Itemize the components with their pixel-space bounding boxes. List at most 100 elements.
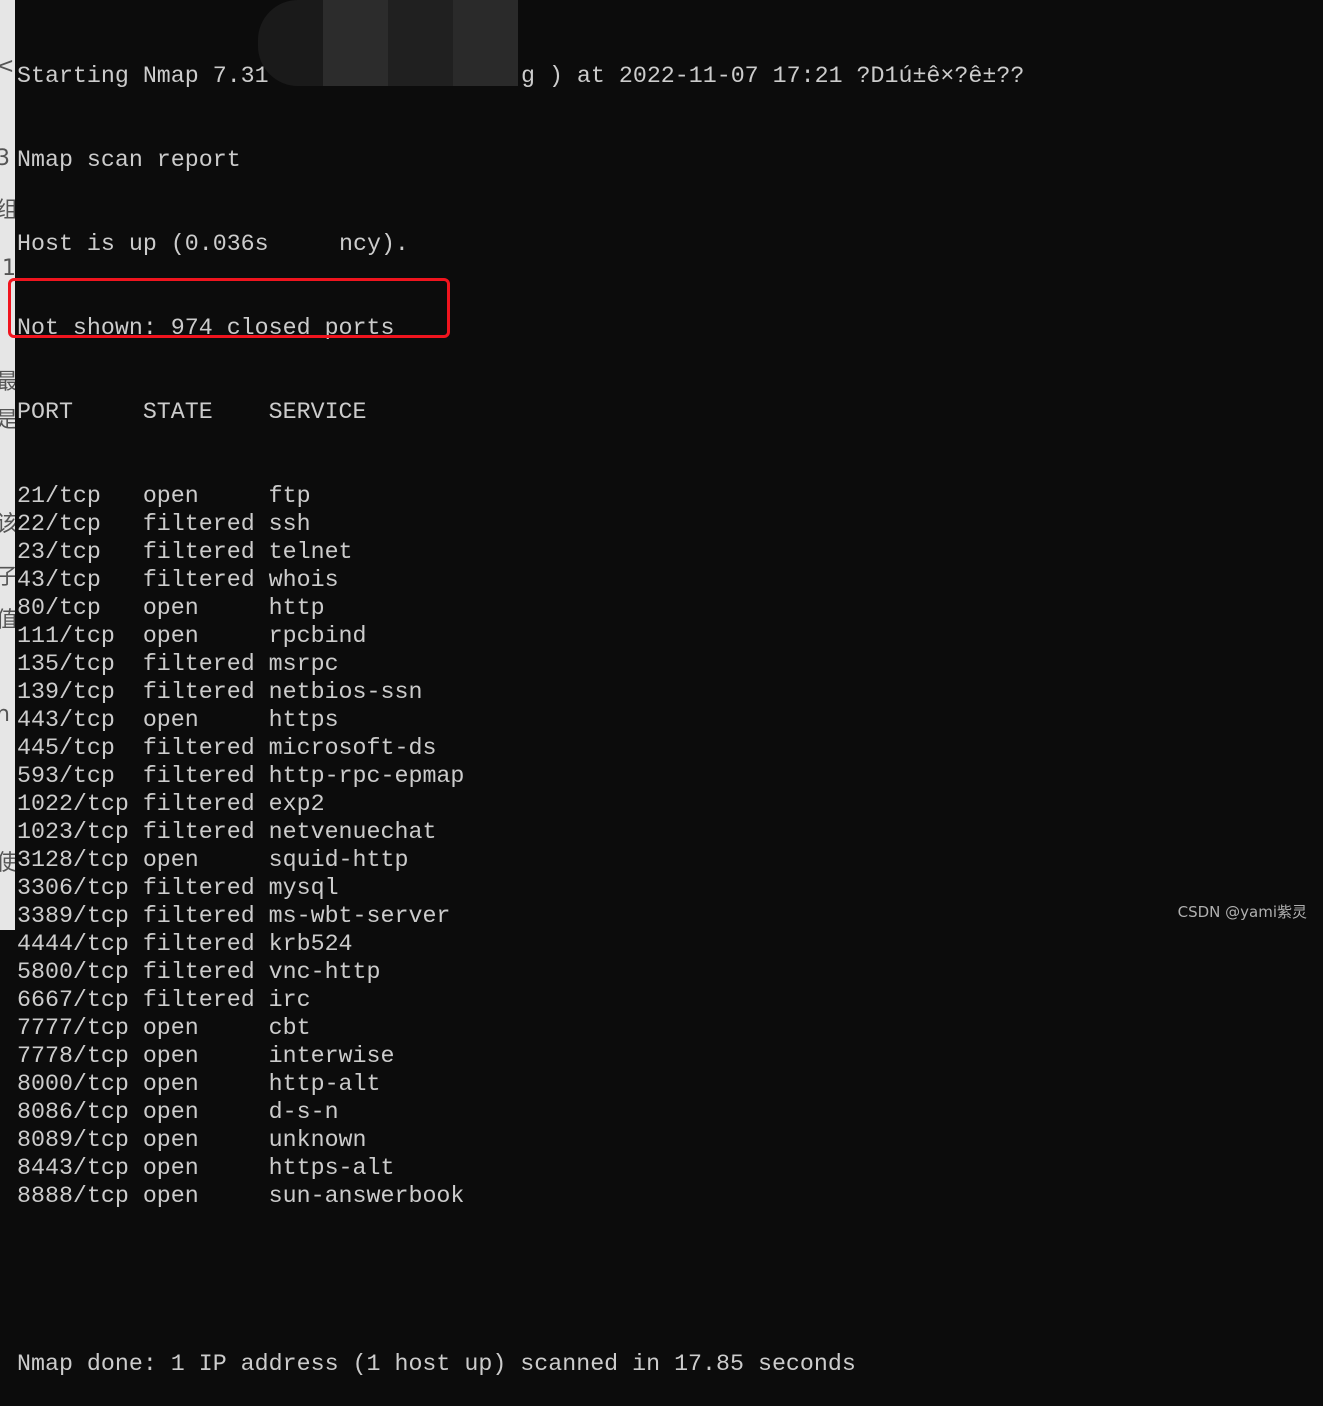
host-up-line: Host is up (0.036s ncy). — [17, 230, 856, 258]
state-cell: filtered — [142, 875, 269, 901]
state-cell: filtered — [142, 959, 269, 985]
service-cell: squid-http — [268, 847, 409, 873]
port-row: 43/tcp filtered whois — [17, 566, 856, 594]
port-row: 6667/tcp filtered irc — [17, 986, 856, 1014]
state-cell: filtered — [142, 987, 269, 1013]
port-cell: 445/tcp — [17, 735, 143, 761]
service-cell: http-alt — [268, 1071, 381, 1097]
port-row: 3306/tcp filtered mysql — [17, 874, 856, 902]
service-cell: ssh — [268, 511, 311, 537]
port-row: 7778/tcp open interwise — [17, 1042, 856, 1070]
strip-char: 值 — [0, 608, 15, 633]
service-cell: microsoft-ds — [268, 735, 437, 761]
port-row: 3128/tcp open squid-http — [17, 846, 856, 874]
port-row: 8888/tcp open sun-answerbook — [17, 1182, 856, 1210]
port-row: 111/tcp open rpcbind — [17, 622, 856, 650]
service-cell: http-rpc-epmap — [268, 763, 465, 789]
column-service: SERVICE — [268, 399, 367, 425]
state-cell: open — [142, 707, 269, 733]
state-cell: open — [142, 595, 269, 621]
state-cell: open — [142, 1183, 269, 1209]
state-cell: open — [142, 1127, 269, 1153]
service-cell: krb524 — [268, 931, 353, 957]
nmap-done-line: Nmap done: 1 IP address (1 host up) scan… — [17, 1351, 856, 1377]
latency-text: ncy). — [339, 231, 409, 257]
state-cell: open — [142, 1043, 269, 1069]
service-cell: netvenuechat — [268, 819, 437, 845]
port-cell: 4444/tcp — [17, 931, 143, 957]
port-row: 135/tcp filtered msrpc — [17, 650, 856, 678]
state-cell: filtered — [142, 567, 269, 593]
port-row: 8086/tcp open d-s-n — [17, 1098, 856, 1126]
service-cell: http — [268, 595, 325, 621]
strip-char: 是 — [0, 408, 15, 433]
strip-char: 3 — [0, 146, 10, 171]
terminal-output: Starting Nmap 7.31 g ) at 2022-11-07 17:2… — [17, 6, 1024, 1406]
strip-char: 组 — [0, 198, 15, 223]
state-cell: filtered — [142, 511, 269, 537]
state-cell: open — [142, 1015, 269, 1041]
service-cell: https-alt — [268, 1155, 395, 1181]
start-time-text: g ) at 2022-11-07 17:21 ?D1ú±ê×?ê±?? — [521, 63, 1025, 89]
service-cell: sun-answerbook — [268, 1183, 465, 1209]
port-cell: 3389/tcp — [17, 903, 143, 929]
host-up-text: Host is up (0.036s — [17, 231, 269, 257]
port-cell: 23/tcp — [17, 539, 143, 565]
strip-char: 子 — [0, 565, 15, 590]
state-cell: open — [142, 847, 269, 873]
state-cell: filtered — [142, 735, 269, 761]
port-row: 443/tcp open https — [17, 706, 856, 734]
port-cell: 3128/tcp — [17, 847, 143, 873]
port-cell: 22/tcp — [17, 511, 143, 537]
service-cell: rpcbind — [268, 623, 367, 649]
port-row: 7777/tcp open cbt — [17, 1014, 856, 1042]
service-cell: irc — [268, 987, 311, 1013]
port-cell: 8086/tcp — [17, 1099, 143, 1125]
strip-char: n — [0, 702, 10, 727]
port-cell: 8089/tcp — [17, 1127, 143, 1153]
background-window-strip: < 3 组 1 最 是 该 子 值 n 使 — [0, 0, 15, 930]
port-cell: 8888/tcp — [17, 1183, 143, 1209]
port-row: 4444/tcp filtered krb524 — [17, 930, 856, 958]
port-cell: 593/tcp — [17, 763, 143, 789]
port-cell: 111/tcp — [17, 623, 143, 649]
port-cell: 443/tcp — [17, 707, 143, 733]
column-port: PORT — [17, 399, 143, 425]
service-cell: ms-wbt-server — [268, 903, 451, 929]
port-row: 1022/tcp filtered exp2 — [17, 790, 856, 818]
port-cell: 3306/tcp — [17, 875, 143, 901]
port-row: 445/tcp filtered microsoft-ds — [17, 734, 856, 762]
port-row: 8443/tcp open https-alt — [17, 1154, 856, 1182]
state-cell: filtered — [142, 651, 269, 677]
port-cell: 139/tcp — [17, 679, 143, 705]
state-cell: filtered — [142, 903, 269, 929]
port-cell: 1022/tcp — [17, 791, 143, 817]
port-cell: 1023/tcp — [17, 819, 143, 845]
scan-report-line: Nmap scan report — [17, 147, 241, 173]
port-row: 8000/tcp open http-alt — [17, 1070, 856, 1098]
state-cell: filtered — [142, 679, 269, 705]
state-cell: filtered — [142, 539, 269, 565]
column-state: STATE — [142, 399, 269, 425]
port-cell: 135/tcp — [17, 651, 143, 677]
strip-char: 该 — [0, 512, 15, 537]
state-cell: open — [142, 1071, 269, 1097]
port-cell: 6667/tcp — [17, 987, 143, 1013]
service-cell: msrpc — [268, 651, 339, 677]
port-cell: 5800/tcp — [17, 959, 143, 985]
column-header: PORT STATE SERVICE — [17, 398, 856, 426]
port-row: 3389/tcp filtered ms-wbt-server — [17, 902, 856, 930]
port-cell: 7778/tcp — [17, 1043, 143, 1069]
port-row: 21/tcp open ftp — [17, 482, 856, 510]
port-row: 23/tcp filtered telnet — [17, 538, 856, 566]
port-cell: 80/tcp — [17, 595, 143, 621]
service-cell: exp2 — [268, 791, 325, 817]
state-cell: filtered — [142, 819, 269, 845]
state-cell: open — [142, 623, 269, 649]
port-row: 22/tcp filtered ssh — [17, 510, 856, 538]
strip-char: 最 — [0, 370, 15, 395]
port-row: 139/tcp filtered netbios-ssn — [17, 678, 856, 706]
port-row: 1023/tcp filtered netvenuechat — [17, 818, 856, 846]
service-cell: https — [268, 707, 339, 733]
port-row: 5800/tcp filtered vnc-http — [17, 958, 856, 986]
